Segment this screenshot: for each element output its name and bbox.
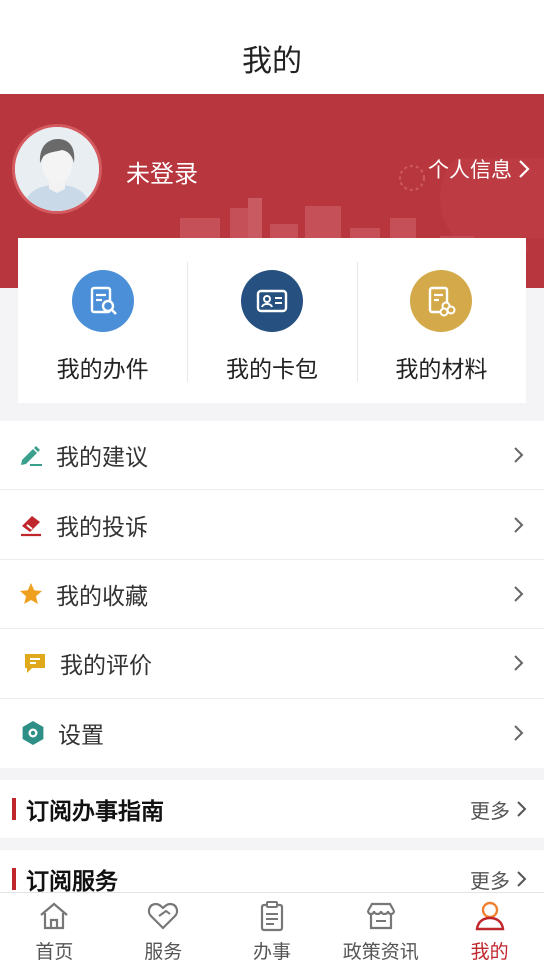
heart-service-icon [148,902,179,930]
section-accent-bar [12,868,16,890]
complaint-icon [18,512,44,538]
quick-action-label: 我的卡包 [225,357,318,383]
tab-label: 我的 [470,941,509,963]
star-icon [18,581,44,607]
section-subscribed-guides: 订阅办事指南 更多 [0,780,544,838]
menu-item-label: 我的收藏 [56,583,148,610]
tab-services[interactable]: 服务 [109,893,218,966]
banner-edge-left [0,238,20,288]
more-link[interactable]: 更多 [470,795,528,824]
chevron-right-icon [514,586,524,602]
banner-edge-right [524,238,544,288]
menu-item-suggestions[interactable]: 我的建议 [0,421,544,491]
chevron-right-icon [519,160,530,178]
quick-action-label: 我的办件 [56,357,149,383]
quick-action-card-wallet[interactable]: 我的卡包 [187,238,356,403]
menu-item-settings[interactable]: 设置 [0,699,544,768]
section-title: 订阅办事指南 [26,799,164,825]
page-title: 我的 [242,44,302,79]
avatar[interactable] [12,124,102,214]
menu-item-label: 我的投诉 [56,514,148,541]
quick-action-label: 我的材料 [395,357,488,383]
menu-item-label: 我的评价 [60,653,152,680]
id-card-icon [240,270,303,332]
top-bar: 我的 [0,0,544,94]
personal-info-link[interactable]: 个人信息 [428,154,530,184]
chevron-right-icon [517,801,527,817]
menu-item-label: 设置 [58,723,104,750]
clipboard-icon [260,901,284,932]
home-icon [40,902,69,930]
quick-action-my-materials[interactable]: 我的材料 [356,238,526,403]
more-link[interactable]: 更多 [470,865,528,894]
chevron-right-icon [514,447,524,463]
tab-affairs[interactable]: 办事 [218,893,327,966]
comment-icon [22,650,48,676]
quick-actions-card: 我的办件 我的卡包 我的材料 [18,238,526,403]
tab-policy-news[interactable]: 政策资讯 [326,893,435,966]
tab-label: 政策资讯 [342,941,419,963]
user-avatar-icon [15,127,99,211]
bottom-tab-bar: 首页 服务 办事 政策资讯 我的 [0,892,544,966]
menu-item-complaints[interactable]: 我的投诉 [0,490,544,560]
quick-action-my-cases[interactable]: 我的办件 [18,238,187,403]
gear-icon [20,720,46,746]
chevron-right-icon [514,725,524,741]
tab-label: 办事 [252,941,291,963]
user-icon [475,901,504,931]
tab-home[interactable]: 首页 [0,893,109,966]
section-title: 订阅服务 [26,869,118,895]
tab-label: 服务 [144,941,183,963]
tab-label: 首页 [35,941,74,963]
menu-item-favorites[interactable]: 我的收藏 [0,560,544,630]
store-icon [366,902,395,930]
section-accent-bar [12,798,16,820]
search-document-icon [71,270,134,332]
materials-icon [410,270,473,332]
tab-mine[interactable]: 我的 [435,893,544,966]
menu-item-label: 我的建议 [56,445,148,472]
menu-item-reviews[interactable]: 我的评价 [0,629,544,699]
edit-pen-icon [18,442,44,468]
more-label: 更多 [470,868,510,893]
chevron-right-icon [514,516,524,533]
more-label: 更多 [470,798,510,823]
menu-list: 我的建议 我的投诉 我的收藏 我的评价 设置 [0,421,544,768]
personal-info-label: 个人信息 [428,158,512,182]
login-status[interactable]: 未登录 [126,154,198,189]
chevron-right-icon [517,871,527,887]
chevron-right-icon [514,655,524,672]
